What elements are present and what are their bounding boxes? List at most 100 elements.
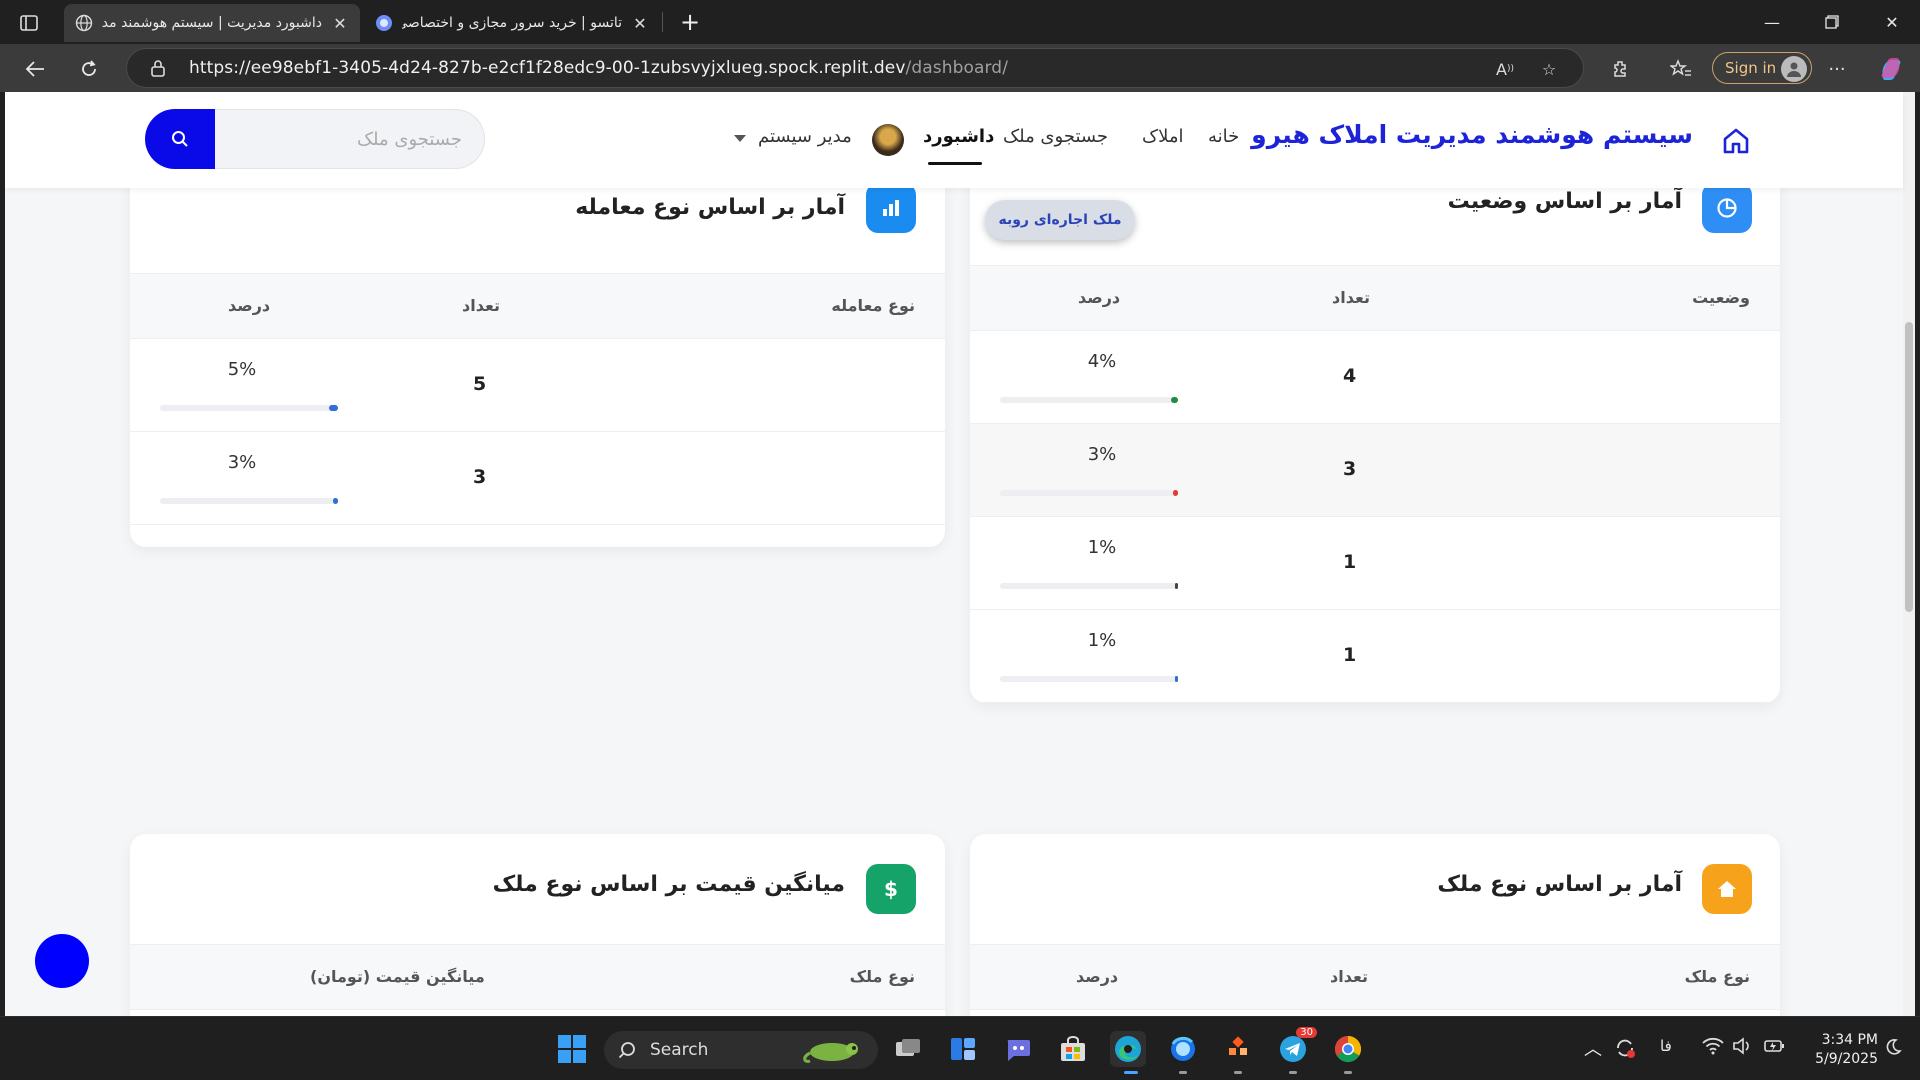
wifi-icon[interactable] — [1702, 1037, 1724, 1059]
back-icon[interactable] — [18, 52, 52, 86]
pie-chart-icon — [1702, 183, 1752, 233]
search-button[interactable] — [145, 109, 215, 169]
notifications-icon[interactable] — [1884, 1037, 1902, 1061]
progress-bar — [160, 405, 338, 411]
tatsu-favicon-icon — [374, 13, 394, 33]
app-icon[interactable] — [1220, 1031, 1256, 1067]
progress-bar-fill — [1171, 397, 1178, 403]
browser-titlebar: داشبورد مدیریت | سیستم هوشمند مدیریت امل… — [0, 0, 1920, 44]
lock-icon[interactable] — [147, 59, 169, 77]
new-tab-icon[interactable]: + — [676, 8, 704, 36]
table-row: 1 1% — [970, 610, 1780, 703]
count-value: 3 — [1343, 458, 1357, 480]
url-text: https://ee98ebf1-3405-4d24-827b-e2cf1f28… — [189, 58, 1009, 78]
running-app-indicator — [1289, 1071, 1297, 1074]
sign-in-button[interactable]: Sign in — [1712, 52, 1812, 84]
windows-start-icon[interactable] — [554, 1031, 590, 1067]
sync-icon[interactable] — [1614, 1037, 1636, 1063]
telegram-icon[interactable]: 30 — [1275, 1027, 1317, 1067]
task-view-icon[interactable] — [890, 1031, 926, 1067]
close-window-icon[interactable]: ✕ — [1862, 0, 1920, 44]
tab-dashboard[interactable]: داشبورد مدیریت | سیستم هوشمند مدیریت امل… — [64, 4, 360, 42]
browser-toolbar: https://ee98ebf1-3405-4d24-827b-e2cf1f28… — [0, 44, 1920, 92]
minimize-icon[interactable]: — — [1742, 0, 1802, 44]
search-form — [145, 109, 485, 169]
clock-time: 3:34 PM — [1821, 1032, 1878, 1048]
user-menu-name[interactable]: مدیر سیستم — [758, 126, 852, 147]
percent-value: 1% — [1087, 537, 1117, 558]
progress-bar-fill — [1175, 583, 1178, 589]
count-value: 5 — [473, 373, 487, 395]
card-title: آمار بر اساس نوع معامله — [575, 195, 845, 220]
chevron-up-icon[interactable]: ︿ — [1584, 1035, 1602, 1061]
nav-link-home[interactable]: خانه — [1208, 126, 1239, 147]
floating-action-button[interactable] — [35, 934, 89, 988]
average-price-card: $ میانگین قیمت بر اساس نوع ملک نوع ملک م… — [130, 834, 945, 1016]
column-header: درصد — [1078, 288, 1121, 307]
column-header: تعداد — [462, 296, 500, 315]
language-indicator[interactable]: فا — [1660, 1037, 1672, 1055]
chrome-icon[interactable] — [1330, 1031, 1366, 1067]
favorite-star-icon[interactable]: ☆ — [1537, 57, 1561, 81]
progress-bar-fill — [333, 498, 338, 504]
windows-taskbar: Search 30 ︿ فا 3:34 PM 5/9/2025 — [0, 1016, 1920, 1080]
refresh-icon[interactable] — [72, 52, 106, 86]
column-header: میانگین قیمت (تومان) — [310, 967, 485, 986]
widgets-icon[interactable] — [945, 1031, 981, 1067]
nav-link-search[interactable]: جستجوی ملک — [1003, 126, 1108, 147]
close-tab-icon[interactable]: ✕ — [630, 13, 650, 33]
search-icon — [172, 131, 188, 147]
edge-browser-icon[interactable] — [1110, 1031, 1146, 1067]
firefox-dev-icon[interactable] — [1165, 1031, 1201, 1067]
running-app-indicator — [1344, 1071, 1352, 1074]
volume-icon[interactable] — [1732, 1037, 1754, 1059]
brand-title[interactable]: سیستم هوشمند مدیریت املاک هیرو — [1251, 120, 1693, 149]
progress-bar — [1000, 397, 1178, 403]
taskbar-search[interactable]: Search — [604, 1031, 878, 1069]
bar-chart-icon — [866, 183, 916, 233]
nav-link-properties[interactable]: املاک — [1142, 126, 1184, 147]
table-header: نوع ملک تعداد درصد — [970, 944, 1780, 1010]
extensions-icon[interactable] — [1606, 54, 1636, 84]
deal-type-stats-card: آمار بر اساس نوع معامله نوع معامله تعداد… — [130, 157, 945, 547]
scrollbar-thumb[interactable] — [1905, 322, 1913, 612]
table-row: 3 3% — [970, 424, 1780, 517]
active-app-indicator — [1124, 1071, 1138, 1074]
card-title: آمار بر اساس نوع ملک — [1437, 872, 1682, 897]
microsoft-store-icon[interactable] — [1055, 1031, 1091, 1067]
close-tab-icon[interactable]: ✕ — [330, 13, 350, 33]
copilot-icon[interactable] — [1876, 54, 1906, 84]
search-input[interactable] — [211, 109, 485, 169]
column-header: درصد — [228, 296, 271, 315]
progress-bar — [1000, 583, 1178, 589]
property-type-stats-card: آمار بر اساس نوع ملک نوع ملک تعداد درصد — [970, 834, 1780, 1016]
tab-tatsu[interactable]: تاتسو | خرید سرور مجازی و اختصاصی ✕ — [364, 6, 660, 40]
table-header: نوع معامله تعداد درصد — [130, 273, 945, 339]
floating-notification-badge[interactable]: ملک اجاره‌ای روبه — [985, 200, 1135, 240]
teams-chat-icon[interactable] — [1000, 1031, 1036, 1067]
active-nav-indicator — [928, 162, 982, 165]
system-clock[interactable]: 3:34 PM 5/9/2025 — [1798, 1031, 1878, 1069]
more-options-icon[interactable]: ··· — [1822, 54, 1852, 84]
tab-actions-icon[interactable] — [14, 8, 44, 38]
address-bar[interactable]: https://ee98ebf1-3405-4d24-827b-e2cf1f28… — [126, 48, 1584, 88]
scrollbar[interactable] — [1903, 92, 1915, 1016]
home-icon[interactable] — [1721, 126, 1751, 156]
table-row: 5 5% — [130, 339, 945, 432]
progress-bar — [1000, 490, 1178, 496]
progress-bar-fill — [1173, 490, 1178, 496]
running-app-indicator — [1179, 1071, 1187, 1074]
page-viewport: سیستم هوشمند مدیریت املاک هیرو خانه املا… — [5, 92, 1915, 1016]
restore-icon[interactable] — [1802, 0, 1862, 44]
progress-bar — [1000, 676, 1178, 682]
column-header: تعداد — [1332, 288, 1370, 307]
nav-link-dashboard[interactable]: داشبورد — [923, 126, 994, 147]
favorites-icon[interactable] — [1666, 54, 1696, 84]
read-aloud-icon[interactable]: A)) — [1493, 57, 1517, 81]
chevron-down-icon[interactable] — [734, 135, 746, 142]
battery-icon[interactable] — [1762, 1037, 1786, 1059]
clock-date: 5/9/2025 — [1815, 1051, 1878, 1067]
avatar[interactable] — [872, 124, 904, 156]
table-row: 4 4% — [970, 331, 1780, 424]
percent-value: 3% — [1087, 444, 1117, 465]
